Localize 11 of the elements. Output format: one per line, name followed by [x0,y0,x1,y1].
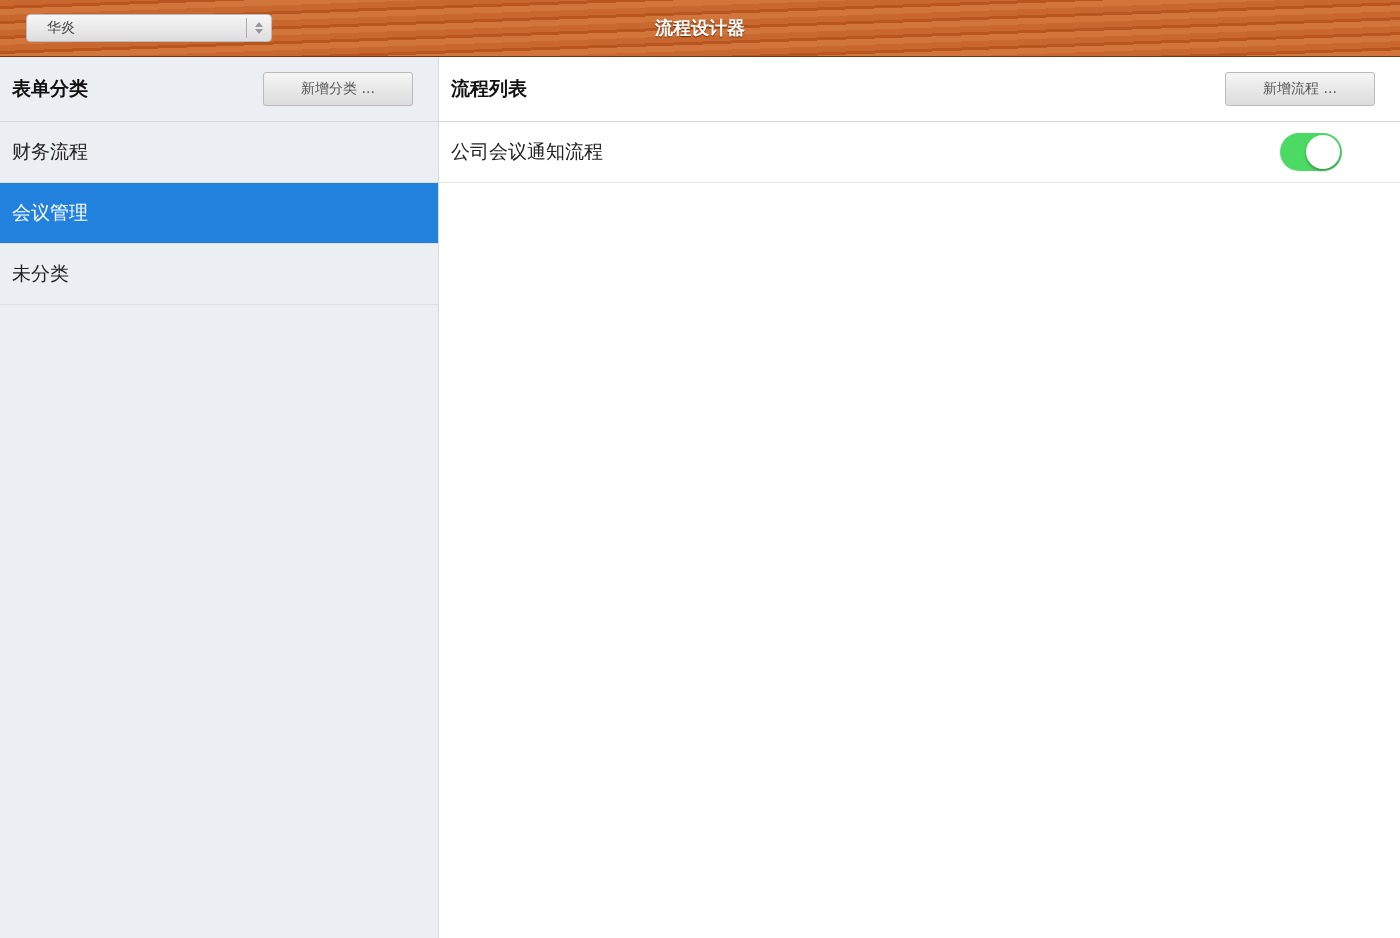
sidebar-title: 表单分类 [12,76,88,101]
add-category-button[interactable]: 新增分类 ... [263,72,413,106]
window-title: 流程设计器 [655,16,745,40]
category-item[interactable]: 会议管理 [0,183,438,244]
updown-arrows-icon [255,22,263,34]
list-title: 流程列表 [451,76,527,101]
org-select[interactable]: 华炎 [26,14,272,42]
flow-name: 公司会议通知流程 [451,139,603,164]
toggle-switch[interactable] [1280,133,1342,171]
add-flow-button[interactable]: 新增流程 ... [1225,72,1375,106]
category-item[interactable]: 未分类 [0,244,438,305]
